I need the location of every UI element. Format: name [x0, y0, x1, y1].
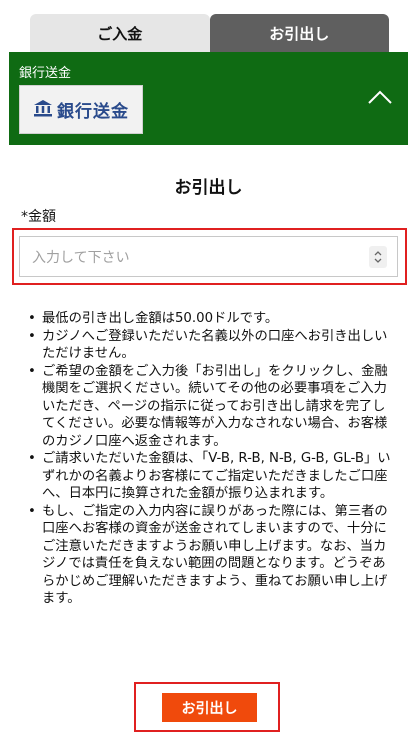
payment-tabs: ご入金 お引出し [30, 14, 389, 52]
amount-input[interactable]: 入力して下さい [19, 236, 398, 277]
tab-deposit[interactable]: ご入金 [30, 14, 210, 52]
note-item: ご希望の金額をご入力後「お引出し」をクリックし、金融機関をご選択ください。続いて… [26, 363, 394, 451]
withdraw-notes: 最低の引き出し金額は50.00ドルです。 カジノへご登録いただいた名義以外の口座… [26, 310, 394, 608]
note-item: もし、ご指定の入力内容に誤りがあった際には、第三者の口座へお客様の資金が送金され… [26, 503, 394, 608]
bank-icon [33, 99, 53, 121]
note-item: カジノへご登録いただいた名義以外の口座へお引き出しいただけません。 [26, 328, 394, 363]
amount-label: *金額 [21, 209, 56, 225]
amount-placeholder: 入力して下さい [32, 249, 130, 266]
note-item: ご請求いただいた金額は、「V-B, R-B, N-B, G-B, GL-B」いず… [26, 450, 394, 503]
withdraw-title: お引出し [174, 178, 243, 198]
bank-transfer-panel: 銀行送金 銀行送金 [9, 52, 408, 145]
bank-transfer-option[interactable]: 銀行送金 [19, 85, 143, 134]
bank-panel-label: 銀行送金 [19, 66, 72, 81]
chevron-up-icon[interactable] [360, 82, 400, 112]
withdraw-button[interactable]: お引出し [162, 693, 257, 722]
tab-withdraw[interactable]: お引出し [209, 14, 389, 52]
note-item: 最低の引き出し金額は50.00ドルです。 [26, 310, 394, 328]
amount-stepper[interactable] [369, 245, 387, 268]
bank-card-text: 銀行送金 [57, 102, 129, 122]
